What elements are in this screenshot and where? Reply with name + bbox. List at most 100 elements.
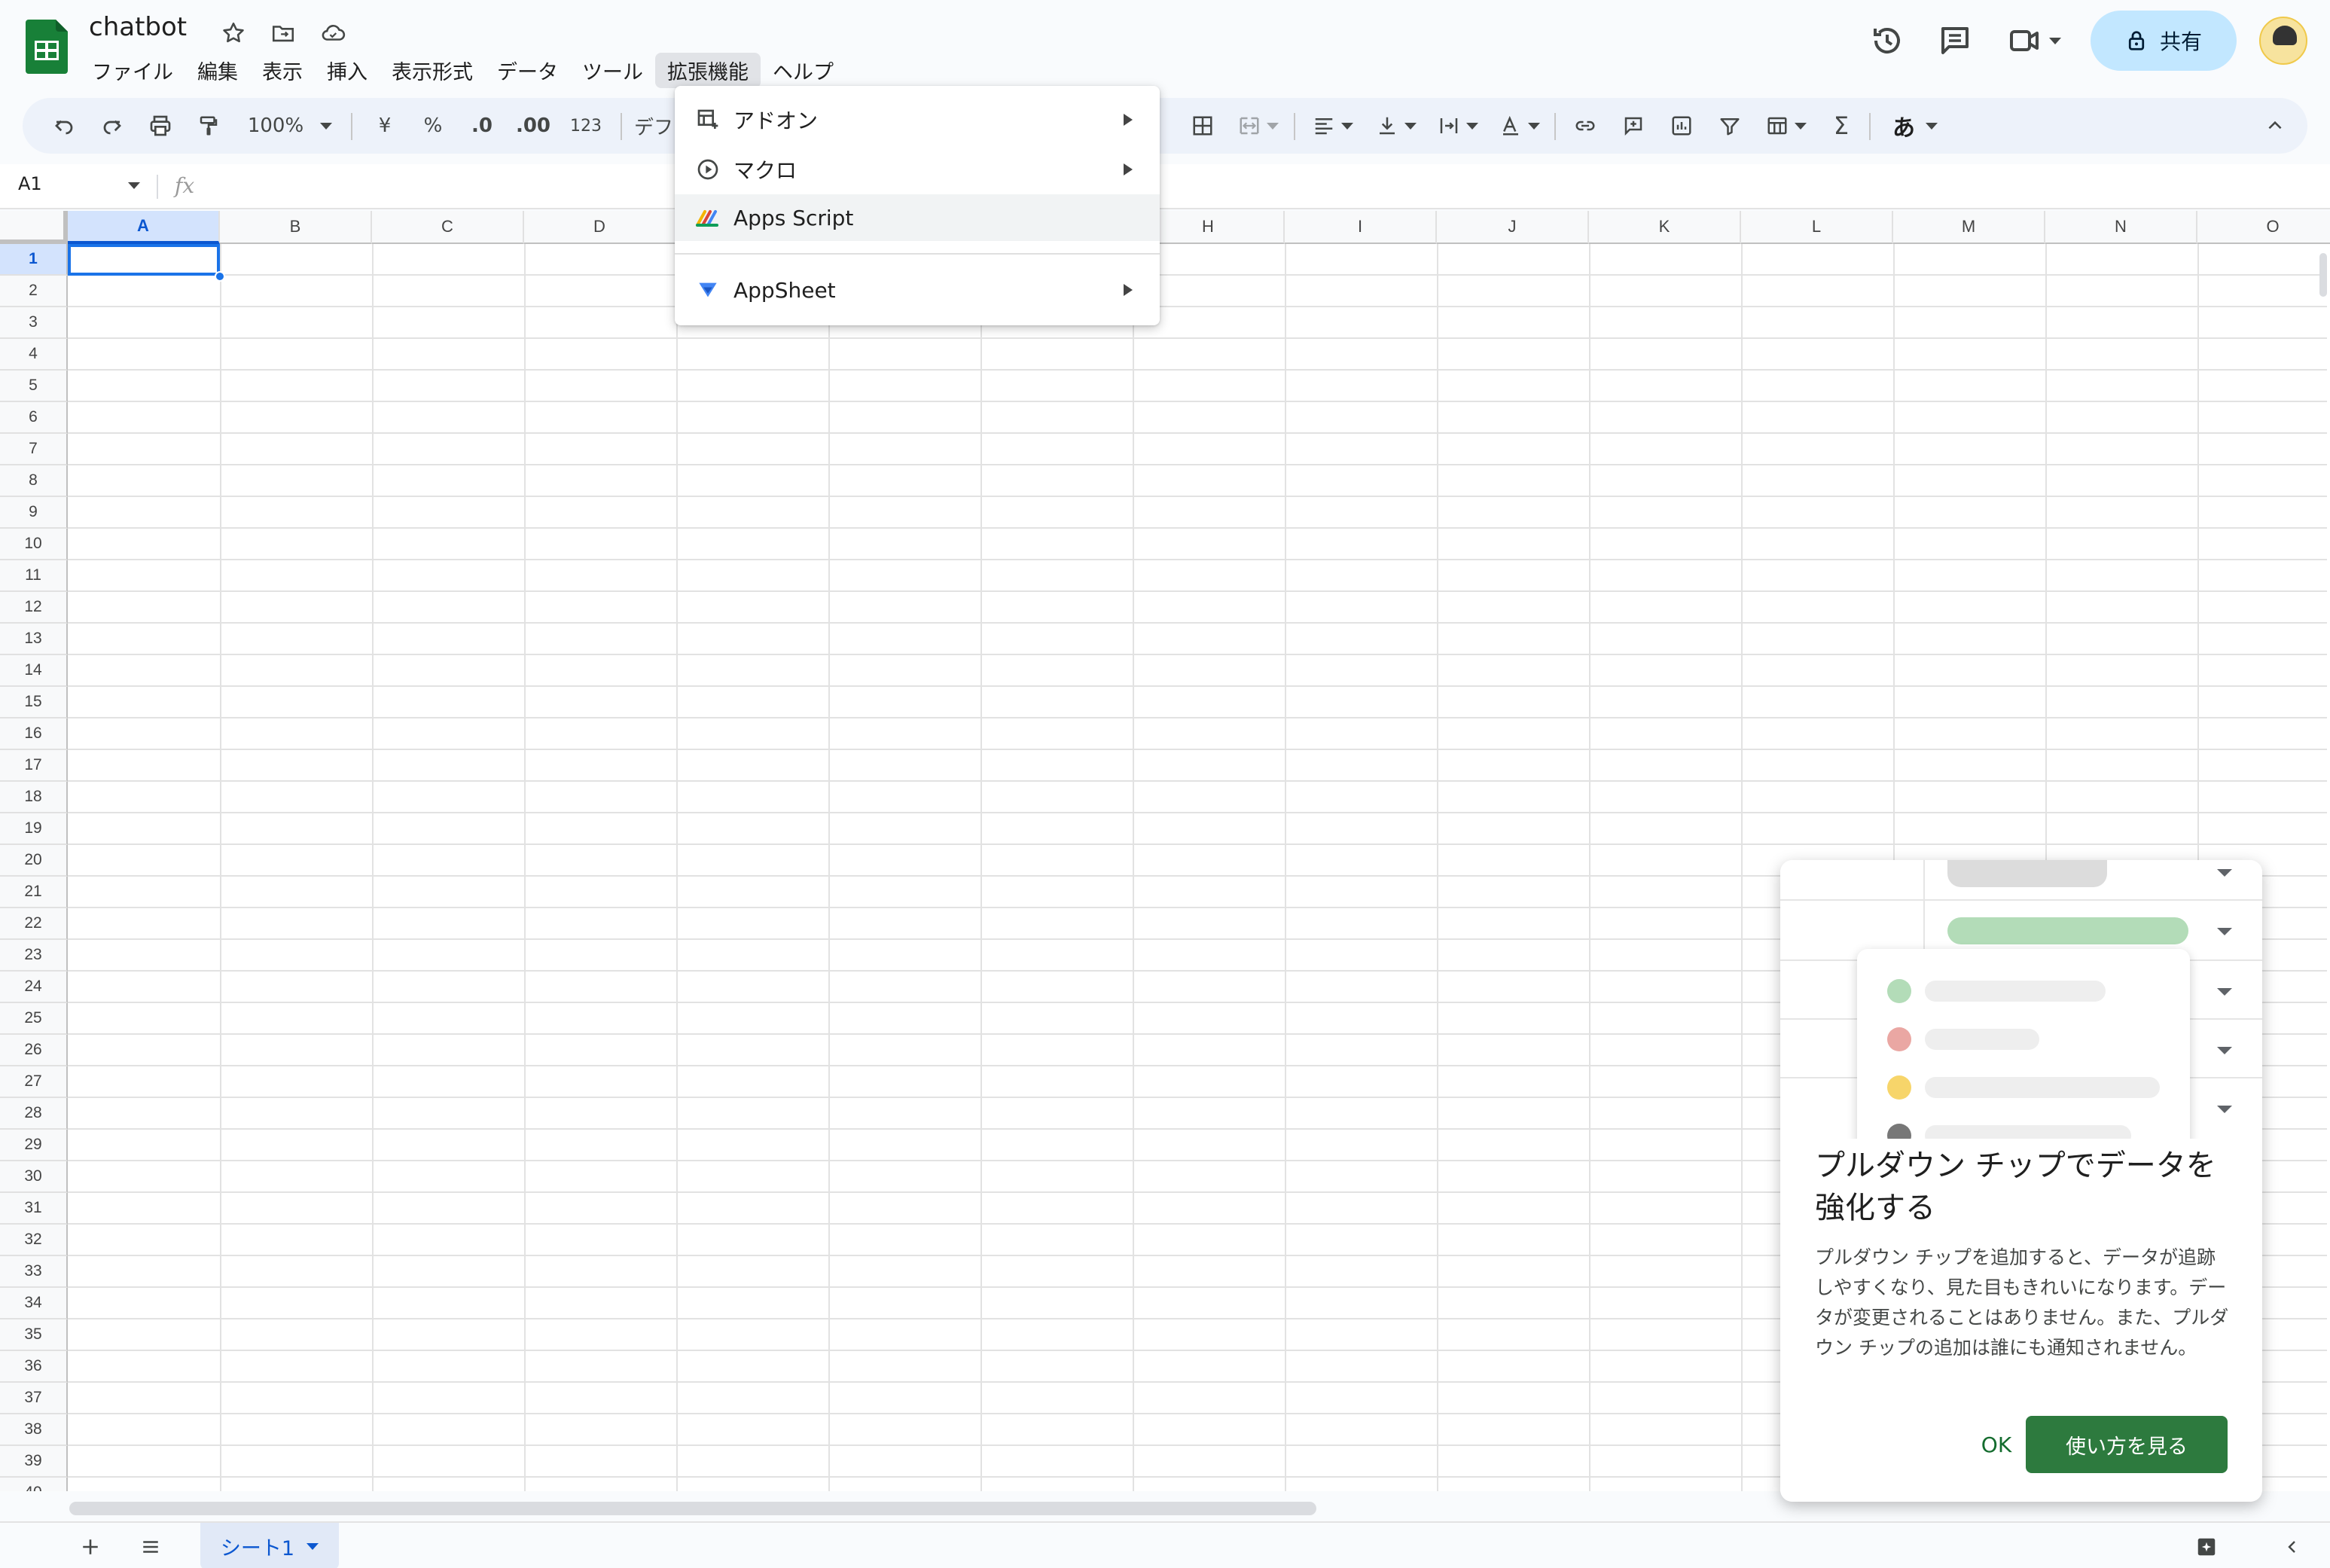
zoom-select[interactable]: 100% bbox=[241, 98, 339, 154]
number-format-button[interactable]: 123 bbox=[562, 98, 610, 154]
horizontal-scrollbar[interactable] bbox=[69, 1502, 1316, 1515]
column-header[interactable]: C bbox=[372, 211, 524, 244]
row-header[interactable]: 25 bbox=[0, 1003, 68, 1035]
select-all-corner[interactable] bbox=[0, 211, 68, 244]
document-title[interactable]: chatbot bbox=[89, 12, 187, 42]
undo-icon[interactable] bbox=[45, 98, 83, 154]
decrease-decimal-button[interactable]: .0 bbox=[461, 98, 503, 154]
functions-sigma-icon[interactable]: Σ bbox=[1822, 98, 1860, 154]
row-header[interactable]: 31 bbox=[0, 1193, 68, 1225]
input-tools-button[interactable]: あ bbox=[1881, 98, 1949, 154]
row-header[interactable]: 20 bbox=[0, 845, 68, 877]
row-header[interactable]: 22 bbox=[0, 908, 68, 940]
redo-icon[interactable] bbox=[93, 98, 131, 154]
menu-view[interactable]: 表示 bbox=[250, 53, 315, 88]
row-header[interactable]: 17 bbox=[0, 750, 68, 782]
row-header[interactable]: 29 bbox=[0, 1130, 68, 1161]
vertical-align-icon[interactable] bbox=[1369, 98, 1423, 154]
name-box[interactable]: A1 bbox=[18, 173, 42, 194]
insert-chart-icon[interactable] bbox=[1663, 98, 1700, 154]
row-header[interactable]: 39 bbox=[0, 1446, 68, 1478]
add-sheet-icon[interactable] bbox=[75, 1532, 105, 1562]
comments-icon[interactable] bbox=[1932, 18, 1978, 63]
avatar[interactable] bbox=[2259, 17, 2307, 65]
move-folder-icon[interactable] bbox=[267, 17, 300, 50]
column-header[interactable]: K bbox=[1589, 211, 1741, 244]
menu-item-appsheet[interactable]: AppSheet bbox=[675, 267, 1160, 313]
horizontal-align-icon[interactable] bbox=[1306, 98, 1360, 154]
text-rotation-icon[interactable] bbox=[1493, 98, 1547, 154]
collapse-menus-icon[interactable] bbox=[2256, 98, 2294, 154]
text-wrap-icon[interactable] bbox=[1431, 98, 1485, 154]
row-header[interactable]: 14 bbox=[0, 655, 68, 687]
menu-edit[interactable]: 編集 bbox=[185, 53, 250, 88]
sheet-tab-1[interactable]: シート1 bbox=[200, 1523, 339, 1568]
column-header[interactable]: I bbox=[1285, 211, 1437, 244]
vertical-scrollbar[interactable] bbox=[2319, 253, 2327, 297]
row-header[interactable]: 28 bbox=[0, 1098, 68, 1130]
row-header[interactable]: 21 bbox=[0, 877, 68, 908]
row-header[interactable]: 16 bbox=[0, 718, 68, 750]
filter-views-icon[interactable] bbox=[1759, 98, 1813, 154]
row-header[interactable]: 34 bbox=[0, 1288, 68, 1319]
sheets-logo-icon[interactable] bbox=[26, 20, 71, 74]
font-family-select[interactable]: デフ bbox=[631, 98, 676, 154]
filter-icon[interactable] bbox=[1711, 98, 1749, 154]
row-header[interactable]: 18 bbox=[0, 782, 68, 813]
row-header[interactable]: 27 bbox=[0, 1066, 68, 1098]
menu-item-apps-script[interactable]: Apps Script bbox=[675, 194, 1160, 241]
row-header[interactable]: 33 bbox=[0, 1256, 68, 1288]
sheet-tab-dropdown-icon[interactable] bbox=[306, 1542, 319, 1550]
cloud-saved-icon[interactable] bbox=[316, 17, 349, 50]
borders-icon[interactable] bbox=[1184, 98, 1221, 154]
currency-format-button[interactable]: ¥ bbox=[366, 98, 404, 154]
menu-format[interactable]: 表示形式 bbox=[380, 53, 485, 88]
menu-item-addons[interactable]: アドオン bbox=[675, 96, 1160, 143]
row-header[interactable]: 2 bbox=[0, 276, 68, 307]
paint-format-icon[interactable] bbox=[190, 98, 227, 154]
collapse-side-panel-icon[interactable] bbox=[2277, 1532, 2307, 1562]
row-header[interactable]: 7 bbox=[0, 434, 68, 465]
name-box-dropdown-icon[interactable] bbox=[128, 182, 140, 189]
row-header[interactable]: 32 bbox=[0, 1225, 68, 1256]
row-header[interactable]: 26 bbox=[0, 1035, 68, 1066]
row-header[interactable]: 35 bbox=[0, 1319, 68, 1351]
active-cell-a1[interactable] bbox=[68, 244, 220, 276]
column-header[interactable]: A bbox=[68, 211, 220, 244]
row-header[interactable]: 38 bbox=[0, 1414, 68, 1446]
promo-learn-button[interactable]: 使い方を見る bbox=[2026, 1416, 2228, 1473]
row-header[interactable]: 9 bbox=[0, 497, 68, 529]
star-icon[interactable] bbox=[217, 17, 250, 50]
column-header[interactable]: N bbox=[2045, 211, 2197, 244]
meet-dropdown-icon[interactable] bbox=[2049, 37, 2061, 44]
row-header[interactable]: 15 bbox=[0, 687, 68, 718]
menu-extensions[interactable]: 拡張機能 bbox=[655, 53, 761, 88]
menu-file[interactable]: ファイル bbox=[80, 53, 185, 88]
print-icon[interactable] bbox=[142, 98, 179, 154]
fill-handle[interactable] bbox=[215, 271, 225, 282]
explore-icon[interactable] bbox=[2191, 1532, 2222, 1562]
column-header[interactable]: B bbox=[220, 211, 372, 244]
column-header[interactable]: O bbox=[2197, 211, 2330, 244]
menu-insert[interactable]: 挿入 bbox=[315, 53, 380, 88]
row-header[interactable]: 5 bbox=[0, 371, 68, 402]
row-header[interactable]: 23 bbox=[0, 940, 68, 972]
insert-comment-icon[interactable] bbox=[1615, 98, 1652, 154]
column-header[interactable]: J bbox=[1437, 211, 1589, 244]
row-header[interactable]: 1 bbox=[0, 244, 68, 276]
row-header[interactable]: 6 bbox=[0, 402, 68, 434]
row-header[interactable]: 11 bbox=[0, 560, 68, 592]
menu-item-macros[interactable]: マクロ bbox=[675, 146, 1160, 193]
row-header[interactable]: 36 bbox=[0, 1351, 68, 1383]
row-header[interactable]: 3 bbox=[0, 307, 68, 339]
version-history-icon[interactable] bbox=[1865, 18, 1910, 63]
all-sheets-menu-icon[interactable] bbox=[136, 1532, 166, 1562]
merge-cells-icon[interactable] bbox=[1232, 98, 1285, 154]
row-header[interactable]: 8 bbox=[0, 465, 68, 497]
row-header[interactable]: 24 bbox=[0, 972, 68, 1003]
row-header[interactable]: 40 bbox=[0, 1478, 68, 1491]
menu-tools[interactable]: ツール bbox=[570, 53, 655, 88]
row-header[interactable]: 10 bbox=[0, 529, 68, 560]
row-header[interactable]: 37 bbox=[0, 1383, 68, 1414]
increase-decimal-button[interactable]: .00 bbox=[509, 98, 557, 154]
